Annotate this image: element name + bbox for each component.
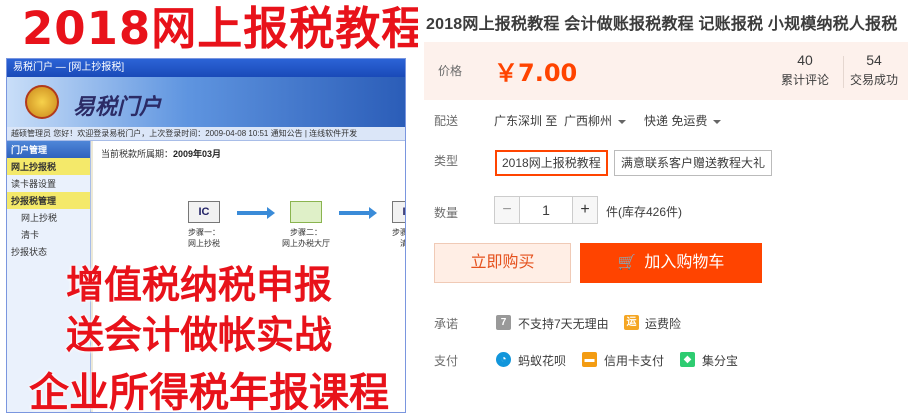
sidebar-item: 网上抄税 <box>21 213 58 223</box>
caret-down-icon <box>713 119 722 124</box>
step-two: 步骤二： 网上办税大厅 <box>281 201 331 249</box>
shipping-insurance-icon: 运 <box>624 315 639 330</box>
product-image: 2018网上报税教程 易税门户 — [网上抄报税] 易税门户 越硕管理员 您好！… <box>0 0 418 413</box>
window-banner: 易税门户 <box>7 77 405 127</box>
period-text: 当前税款所属期：2009年03月 <box>101 147 221 160</box>
overlay-text-1: 增值税纳税申报 <box>65 263 332 307</box>
step-label: 步骤一： 网上抄税 <box>188 228 220 248</box>
sku-option[interactable]: 满意联系客户赠送教程大礼 <box>614 150 773 176</box>
price-amount: 7.00 <box>518 59 578 87</box>
payment-jifenbao[interactable]: 集分宝 <box>702 352 738 369</box>
huabei-icon: ◔ <box>496 352 511 367</box>
arrow-right-icon <box>237 207 275 219</box>
promise-label: 承诺 <box>434 317 459 331</box>
stock-text: 件(库存426件) <box>606 205 683 219</box>
review-count[interactable]: 40 累计评论 <box>770 52 840 88</box>
credit-card-icon: ▬ <box>582 352 597 367</box>
sidebar-item: 清卡 <box>21 230 40 240</box>
sidebar-header: 门户管理 <box>7 141 90 158</box>
sku-label: 类型 <box>434 154 459 168</box>
quantity-input[interactable]: 1 <box>520 196 572 224</box>
ic-card-icon: IC <box>392 201 405 223</box>
cart-icon: 🛒 <box>617 254 637 271</box>
divider <box>843 56 844 88</box>
sidebar-item: 抄报税管理 <box>7 192 90 209</box>
banner-text: 易税门户 <box>73 94 162 120</box>
step-label: 步骤二： 网上办税大厅 <box>282 228 330 248</box>
seven-day-icon: 7 <box>496 315 511 330</box>
jifenbao-icon: ◆ <box>680 352 695 367</box>
sidebar-item: 读卡器设置 <box>11 179 57 189</box>
currency-symbol: ￥ <box>494 59 518 87</box>
product-title: 2018网上报税教程 会计做账报税教程 记账报税 小规模纳税人报税 <box>426 16 898 33</box>
step-label: 步骤三： 清卡 <box>392 228 405 248</box>
destination-value: 广西柳州 <box>564 114 613 128</box>
shipping-from: 广东深圳 至 <box>494 114 558 128</box>
buy-now-button[interactable]: 立即购买 <box>434 243 571 283</box>
sales-count-label: 交易成功 <box>849 73 898 87</box>
sku-option-selected[interactable]: 2018网上报税教程 <box>495 150 608 176</box>
period-label: 当前税款所属期： <box>101 149 174 159</box>
quantity-increment-button[interactable]: + <box>572 196 598 224</box>
shipping-method-select[interactable]: 快递 免运费 <box>644 112 722 129</box>
sidebar-item: 网上抄报税 <box>7 158 90 175</box>
overlay-text-3: 企业所得税年报课程 <box>29 370 389 413</box>
tax-emblem-icon <box>25 85 59 119</box>
review-count-label: 累计评论 <box>780 73 829 87</box>
hero-title: 2018网上报税教程 <box>22 2 418 55</box>
payment-label: 支付 <box>434 354 459 368</box>
review-count-value: 40 <box>797 52 813 68</box>
product-detail: 2018网上报税教程 会计做账报税教程 记账报税 小规模纳税人报税 价格 ￥7.… <box>424 0 910 413</box>
overlay-text-2: 送会计做帐实战 <box>65 313 332 357</box>
payment-credit-card[interactable]: 信用卡支付 <box>604 352 664 369</box>
add-to-cart-button[interactable]: 🛒 加入购物车 <box>580 243 762 283</box>
price-label: 价格 <box>438 64 463 78</box>
payment-huabei[interactable]: 蚂蚁花呗 <box>518 352 566 369</box>
step-three: IC 步骤三： 清卡 <box>383 201 405 249</box>
price-panel: 价格 ￥7.00 40 累计评论 54 交易成功 <box>424 42 908 100</box>
add-to-cart-label: 加入购物车 <box>644 254 725 271</box>
shipping-label: 配送 <box>434 114 459 128</box>
caret-down-icon <box>618 119 627 124</box>
destination-select[interactable]: 广西柳州 <box>564 112 627 129</box>
shipping-method-value: 快递 免运费 <box>644 114 708 128</box>
sales-count[interactable]: 54 交易成功 <box>846 52 902 88</box>
tax-hall-icon <box>290 201 322 223</box>
ic-card-icon: IC <box>188 201 220 223</box>
price-value: ￥7.00 <box>494 53 577 88</box>
quantity-label: 数量 <box>434 206 459 220</box>
period-value: 2009年03月 <box>173 149 222 159</box>
step-one: IC 步骤一： 网上抄税 <box>179 201 229 249</box>
sales-count-value: 54 <box>866 52 882 68</box>
arrow-right-icon <box>339 207 377 219</box>
promise-no-return[interactable]: 不支持7天无理由 <box>518 315 609 332</box>
promise-shipping-insurance[interactable]: 运费险 <box>645 315 681 332</box>
quantity-decrement-button[interactable]: − <box>494 196 520 224</box>
window-titlebar: 易税门户 — [网上抄报税] <box>7 59 405 77</box>
window-status-bar: 越硕管理员 您好！欢迎登录易税门户，上次登录时间：2009-04-08 10:5… <box>7 127 405 141</box>
